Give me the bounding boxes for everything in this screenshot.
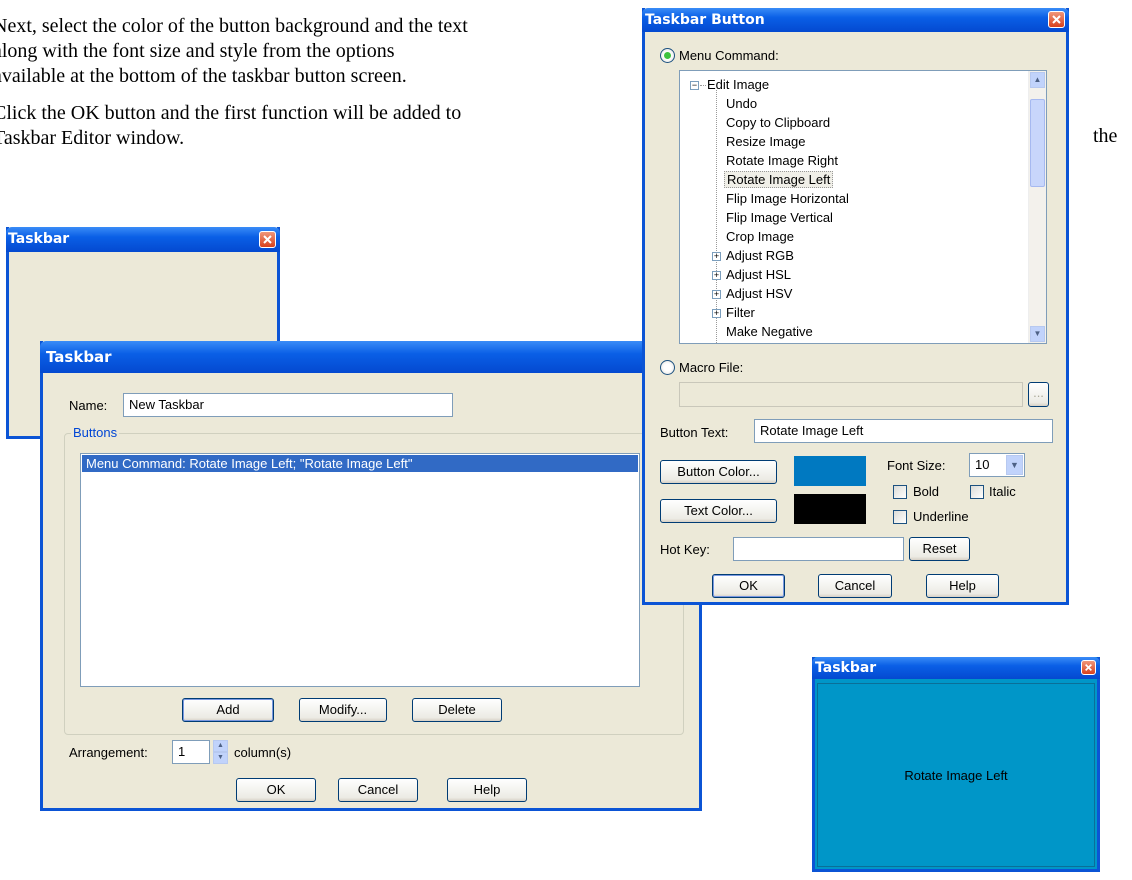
tree-scrollbar[interactable]: ▲ ▼ — [1028, 71, 1046, 343]
italic-checkbox[interactable] — [970, 485, 984, 499]
ok-button[interactable]: OK — [236, 778, 316, 802]
delete-button[interactable]: Delete — [412, 698, 502, 722]
tree-item-copy[interactable]: Copy to Clipboard — [726, 115, 830, 130]
tree-item-rotate-right[interactable]: Rotate Image Right — [726, 153, 838, 168]
taskbar-editor-window: Taskbar Name: New Taskbar Buttons Menu C… — [40, 341, 702, 811]
expand-icon[interactable]: + — [712, 271, 721, 280]
font-size-label: Font Size: — [887, 458, 946, 473]
taskbar-preview-button[interactable]: Rotate Image Left — [817, 683, 1095, 867]
preview-button-label: Rotate Image Left — [904, 767, 1008, 783]
bold-checkbox[interactable] — [893, 485, 907, 499]
cancel-button[interactable]: Cancel — [818, 574, 892, 598]
titlebar: Taskbar Button — [642, 8, 1069, 32]
tree-item-filter[interactable]: Filter — [726, 305, 755, 320]
expand-icon[interactable]: + — [712, 252, 721, 261]
scroll-down-icon[interactable]: ▼ — [1030, 326, 1045, 342]
tree-item-make-negative[interactable]: Make Negative — [726, 324, 813, 339]
macro-file-radio[interactable] — [660, 360, 675, 375]
tree-item-adjust-rgb[interactable]: Adjust RGB — [726, 248, 794, 263]
ok-button[interactable]: OK — [712, 574, 785, 598]
add-button[interactable]: Add — [182, 698, 274, 722]
tree-item-undo[interactable]: Undo — [726, 96, 757, 111]
help-button[interactable]: Help — [447, 778, 527, 802]
browse-button[interactable]: ... — [1028, 382, 1049, 407]
name-input[interactable]: New Taskbar — [123, 393, 453, 417]
chevron-down-icon[interactable]: ▼ — [1006, 455, 1023, 475]
underline-checkbox[interactable] — [893, 510, 907, 524]
font-size-value: 10 — [975, 457, 990, 472]
window-title: Taskbar Button — [645, 12, 765, 28]
trailing-word: the — [1093, 125, 1118, 147]
tree-line — [700, 85, 706, 86]
close-icon[interactable] — [259, 231, 276, 248]
text-color-swatch — [794, 494, 866, 524]
expand-icon[interactable]: + — [712, 309, 721, 318]
taskbar-preview-window: Taskbar Rotate Image Left — [812, 657, 1100, 872]
italic-label: Italic — [989, 484, 1016, 499]
columns-label: column(s) — [234, 745, 292, 760]
macro-file-label: Macro File: — [679, 360, 744, 375]
arrangement-spinner[interactable]: ▲ ▼ — [213, 740, 228, 764]
menu-command-tree[interactable]: − Edit Image Undo Copy to Clipboard Resi… — [679, 70, 1047, 344]
tree-item-resize[interactable]: Resize Image — [726, 134, 805, 149]
button-text-label: Button Text: — [660, 425, 729, 440]
modify-button[interactable]: Modify... — [299, 698, 387, 722]
tree-item-rotate-left[interactable]: Rotate Image Left — [724, 171, 834, 188]
tree-item-flip-horizontal[interactable]: Flip Image Horizontal — [726, 191, 849, 206]
arrangement-label: Arrangement: — [69, 745, 148, 760]
titlebar: Taskbar — [6, 227, 280, 252]
tree-item-adjust-hsl[interactable]: Adjust HSL — [726, 267, 791, 282]
bold-label: Bold — [913, 484, 940, 499]
button-text-input[interactable]: Rotate Image Left — [754, 419, 1053, 443]
taskbar-button-dialog: Taskbar Button Menu Command: − Edit Imag… — [642, 8, 1069, 605]
tree-item-adjust-hsv[interactable]: Adjust HSV — [726, 286, 792, 301]
list-item[interactable]: Menu Command: Rotate Image Left; "Rotate… — [82, 455, 638, 472]
hotkey-label: Hot Key: — [660, 542, 710, 557]
spin-down-icon[interactable]: ▼ — [213, 752, 228, 764]
paragraph-1: Next, select the color of the button bac… — [0, 15, 468, 87]
scroll-up-icon[interactable]: ▲ — [1030, 72, 1045, 88]
radio-selected-dot — [664, 52, 671, 59]
scroll-thumb[interactable] — [1030, 99, 1045, 187]
titlebar: Taskbar — [40, 341, 702, 373]
close-icon[interactable] — [1081, 660, 1096, 675]
help-button[interactable]: Help — [926, 574, 999, 598]
tree-item-flip-vertical[interactable]: Flip Image Vertical — [726, 210, 833, 225]
close-icon[interactable] — [1048, 11, 1065, 28]
macro-file-input — [679, 382, 1023, 407]
tree-line — [716, 90, 717, 343]
reset-button[interactable]: Reset — [909, 537, 970, 561]
tree-item-crop[interactable]: Crop Image — [726, 229, 794, 244]
window-title: Taskbar — [8, 231, 70, 247]
collapse-icon[interactable]: − — [690, 81, 699, 90]
text-color-button[interactable]: Text Color... — [660, 499, 777, 523]
paragraph-2: Click the OK button and the first functi… — [0, 102, 462, 149]
window-title: Taskbar — [815, 660, 877, 676]
menu-command-label: Menu Command: — [679, 48, 779, 63]
button-color-button[interactable]: Button Color... — [660, 460, 777, 484]
spin-up-icon[interactable]: ▲ — [213, 740, 228, 752]
underline-label: Underline — [913, 509, 969, 524]
expand-icon[interactable]: + — [712, 290, 721, 299]
name-label: Name: — [69, 398, 108, 413]
menu-command-radio[interactable] — [660, 48, 675, 63]
button-color-swatch — [794, 456, 866, 486]
buttons-list[interactable]: Menu Command: Rotate Image Left; "Rotate… — [80, 453, 640, 687]
hotkey-input[interactable] — [733, 537, 904, 561]
window-title: Taskbar — [46, 348, 112, 366]
buttons-group-label: Buttons — [71, 425, 120, 440]
arrangement-input[interactable]: 1 — [172, 740, 210, 764]
instruction-text: Next, select the color of the button bac… — [0, 14, 625, 163]
titlebar: Taskbar — [812, 657, 1100, 679]
font-size-select[interactable]: 10 ▼ — [969, 453, 1025, 477]
cancel-button[interactable]: Cancel — [338, 778, 418, 802]
